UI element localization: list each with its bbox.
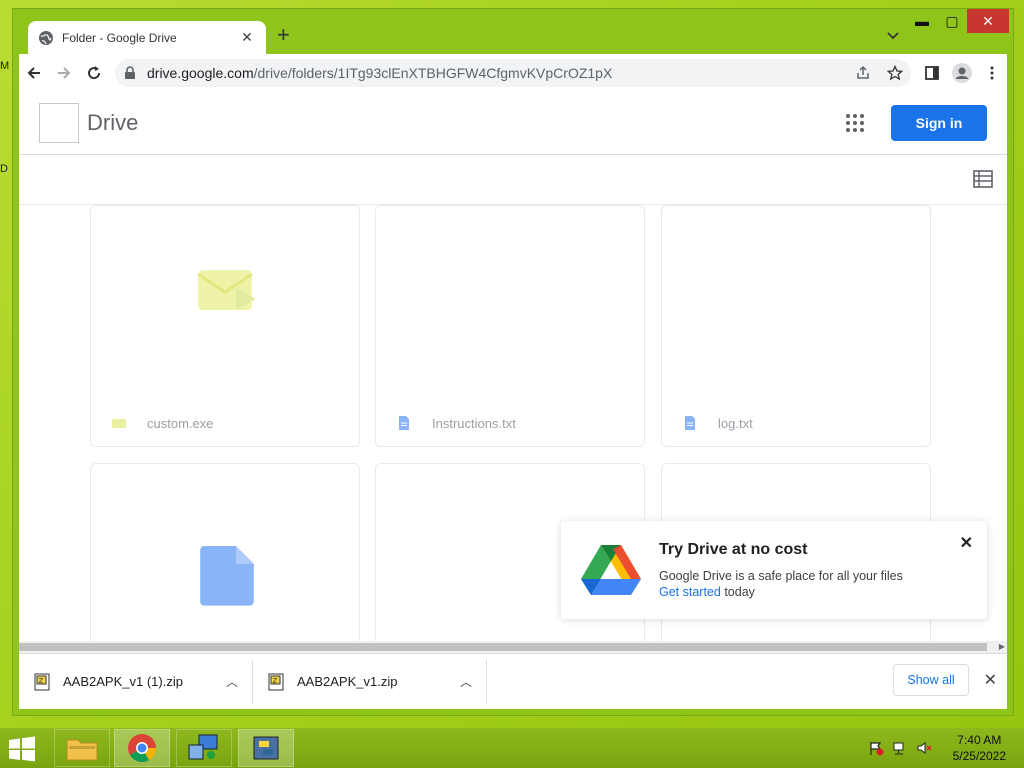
tab-title: Folder - Google Drive [62, 30, 177, 45]
promo-close-button[interactable]: ✕ [960, 533, 973, 553]
network-computer-icon [188, 734, 218, 760]
action-center-flag-icon[interactable] [868, 740, 884, 756]
back-button[interactable] [19, 58, 49, 88]
forward-arrow-icon [58, 66, 71, 79]
drive-title[interactable]: Drive [87, 110, 843, 136]
forward-button[interactable] [49, 58, 79, 88]
file-name: log.txt [718, 415, 753, 431]
taskbar-chrome[interactable] [114, 729, 170, 767]
download-filename: AAB2APK_v1.zip [297, 674, 398, 689]
close-download-bar-button[interactable]: ✕ [984, 670, 997, 690]
download-item[interactable]: Z AAB2APK_v1.zip ︿ [253, 659, 487, 704]
side-panel-icon [925, 65, 939, 80]
google-drive-logo-icon [581, 545, 641, 595]
doc-file-icon [685, 416, 695, 430]
menu-button[interactable] [977, 58, 1007, 88]
file-name: Instructions.txt [432, 415, 516, 431]
zip-file-icon: Z [34, 673, 50, 690]
side-panel-button[interactable] [917, 58, 947, 88]
system-tray [868, 740, 932, 756]
browser-toolbar: drive.google.com/drive/folders/1ITg93clE… [19, 54, 1007, 91]
promo-title: Try Drive at no cost [659, 541, 808, 558]
folder-icon [66, 739, 98, 761]
desktop-edge-letter: M [0, 60, 10, 72]
browser-tab[interactable]: Folder - Google Drive ✕ [28, 21, 266, 54]
exe-file-icon [197, 270, 256, 310]
browser-window: Folder - Google Drive ✕ + ▬ ▢ ✕ drive.go… [12, 8, 1014, 716]
share-icon[interactable] [855, 65, 871, 81]
taskbar-clock[interactable]: 7:40 AM 5/25/2022 [953, 732, 1006, 764]
windows-start-icon[interactable] [8, 736, 36, 762]
kebab-menu-icon [990, 66, 994, 79]
promo-text: Google Drive is a safe place for all you… [659, 569, 903, 583]
drive-logo-broken-image[interactable] [39, 102, 79, 143]
download-options-chevron-icon[interactable]: ︿ [226, 673, 238, 690]
download-bar: Z AAB2APK_v1 (1).zip ︿ Z AAB2APK_v1.zip … [19, 653, 1007, 709]
tab-search-chevron-icon[interactable] [885, 27, 901, 43]
address-bar[interactable]: drive.google.com/drive/folders/1ITg93clE… [115, 58, 911, 87]
minimize-button[interactable]: ▬ [907, 9, 937, 33]
file-card[interactable]: custom.exe [90, 205, 360, 447]
reload-button[interactable] [79, 58, 109, 88]
scrollbar-thumb[interactable] [19, 643, 987, 651]
back-arrow-icon [27, 66, 40, 79]
sign-in-button[interactable]: Sign in [891, 104, 987, 141]
file-name: custom.exe [147, 415, 214, 431]
file-card[interactable]: Instructions.txt [375, 205, 645, 447]
download-filename: AAB2APK_v1 (1).zip [63, 674, 183, 689]
promo-cta-line: Get started today [659, 585, 755, 599]
taskbar-network-app[interactable] [176, 729, 232, 767]
file-card-footer: log.txt [662, 400, 930, 446]
title-bar: Folder - Google Drive ✕ + ▬ ▢ ✕ [13, 9, 1013, 54]
clock-time: 7:40 AM [957, 733, 1002, 747]
chrome-icon [128, 734, 156, 762]
taskbar: 7:40 AM 5/25/2022 [0, 728, 1024, 768]
python-installer-icon [253, 736, 279, 760]
show-all-button[interactable]: Show all [893, 664, 969, 696]
view-toolbar [19, 155, 1007, 205]
url-text[interactable]: drive.google.com/drive/folders/1ITg93clE… [147, 65, 855, 81]
volume-muted-icon[interactable] [916, 740, 932, 756]
taskbar-python-app[interactable] [238, 729, 294, 767]
drive-header: Drive Sign in [19, 91, 1007, 155]
bookmark-star-icon[interactable] [887, 64, 903, 81]
svg-text:Z: Z [39, 677, 44, 685]
close-window-button[interactable]: ✕ [967, 9, 1009, 33]
google-apps-grid-icon[interactable] [843, 111, 867, 135]
zip-file-icon: Z [268, 673, 284, 690]
new-tab-button[interactable]: + [277, 24, 290, 46]
download-item[interactable]: Z AAB2APK_v1 (1).zip ︿ [19, 659, 253, 704]
clock-date: 5/25/2022 [952, 749, 1006, 763]
promo-cta-suffix: today [720, 585, 755, 599]
list-view-icon[interactable] [973, 170, 993, 188]
scroll-right-arrow-icon[interactable]: ▶ [999, 642, 1005, 651]
exe-file-icon [112, 419, 126, 428]
download-options-chevron-icon[interactable]: ︿ [460, 673, 472, 690]
get-started-link[interactable]: Get started [659, 585, 721, 599]
profile-avatar-icon [952, 62, 972, 83]
lock-icon[interactable] [123, 65, 137, 80]
globe-icon [39, 30, 53, 45]
doc-file-icon [399, 416, 409, 430]
file-card-footer: Instructions.txt [376, 400, 644, 446]
try-drive-promo: Try Drive at no cost Google Drive is a s… [561, 521, 987, 619]
taskbar-file-explorer[interactable] [54, 729, 110, 767]
url-path: /drive/folders/1ITg93clEnXTBHGFW4CfgmvKV… [253, 64, 613, 81]
doc-file-icon [200, 546, 254, 606]
file-card-footer: custom.exe [91, 400, 359, 446]
maximize-button[interactable]: ▢ [937, 9, 967, 33]
url-host: drive.google.com [147, 64, 254, 81]
tab-close-icon[interactable]: ✕ [238, 29, 256, 46]
horizontal-scrollbar[interactable]: ▶ [19, 641, 1007, 653]
profile-button[interactable] [947, 58, 977, 88]
svg-text:Z: Z [273, 677, 278, 685]
reload-icon [88, 65, 101, 79]
desktop-edge-letter: D [0, 163, 8, 175]
network-status-icon[interactable] [892, 740, 908, 756]
file-card[interactable] [90, 463, 360, 641]
file-card[interactable]: log.txt [661, 205, 931, 447]
